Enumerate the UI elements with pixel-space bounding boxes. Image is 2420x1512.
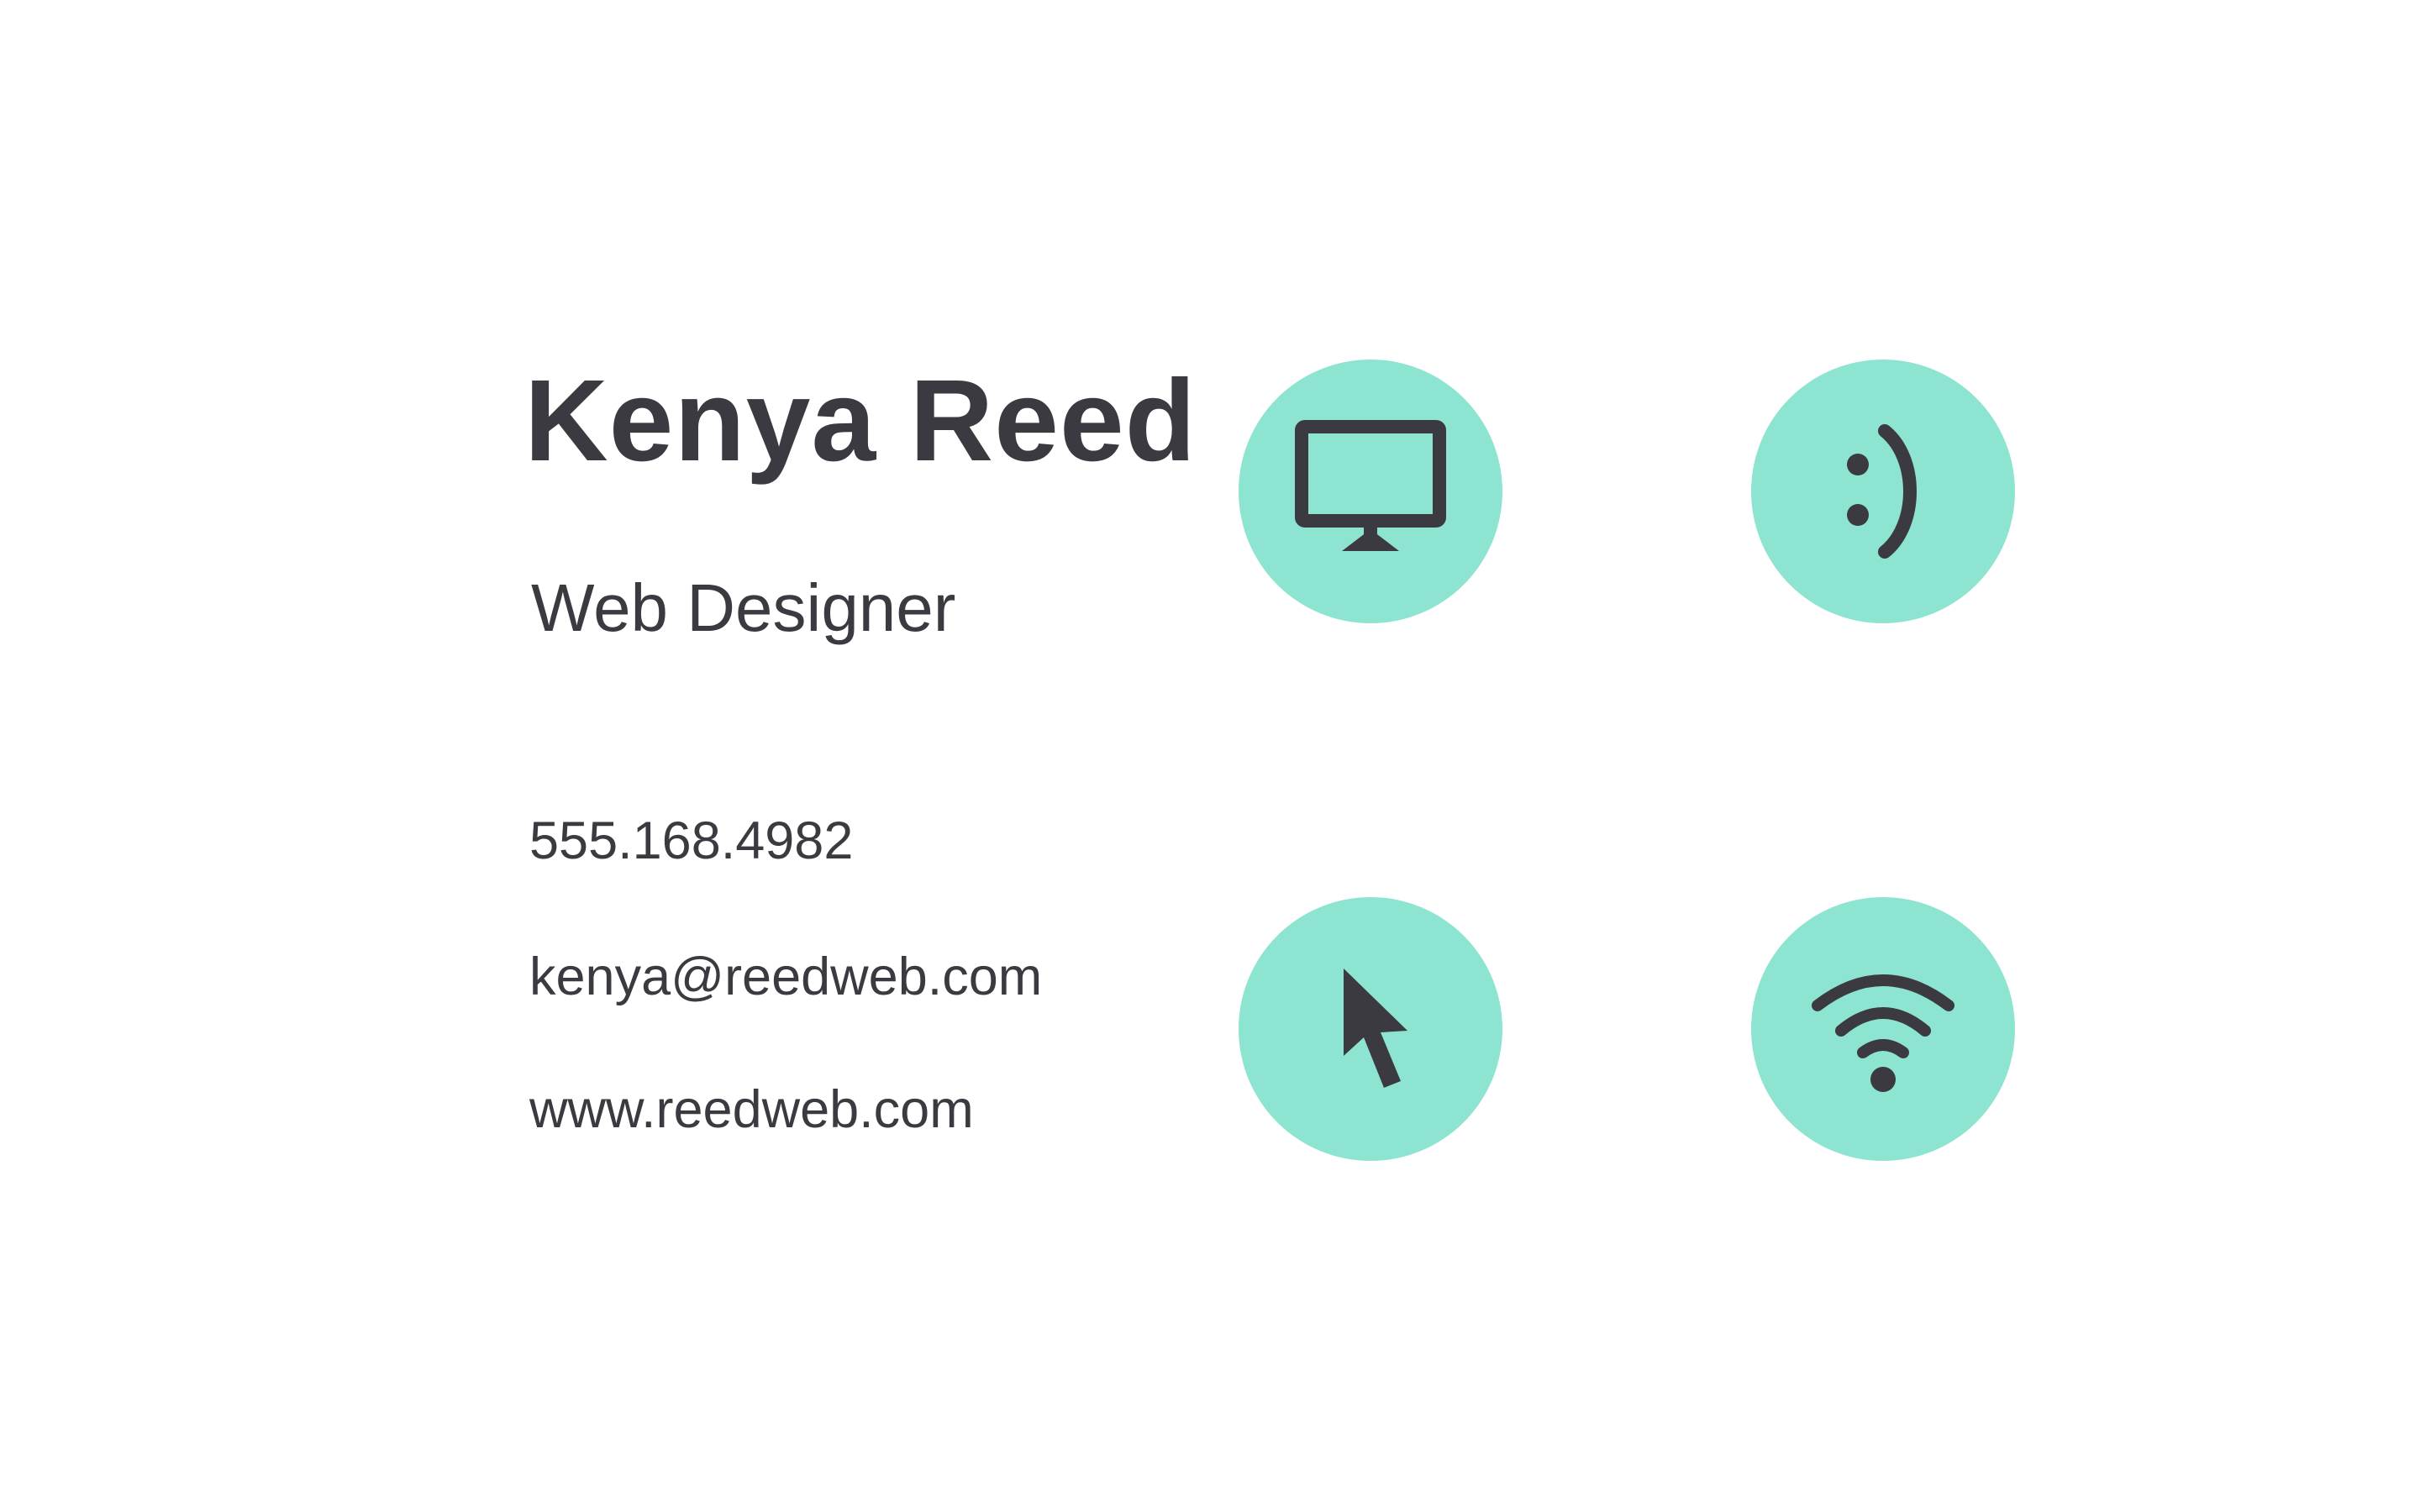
- business-card: Kenya Reed Web Designer 555.168.4982 ken…: [0, 0, 2420, 1512]
- monitor-icon-badge: [1239, 360, 1502, 623]
- smiley-icon: [1847, 424, 1917, 559]
- smiley-icon-badge: [1751, 360, 2015, 623]
- person-name: Kenya Reed: [524, 356, 1197, 486]
- monitor-icon: [1295, 420, 1446, 551]
- cursor-arrow-icon: [1344, 969, 1407, 1088]
- website-url: www.reedweb.com: [529, 1080, 974, 1139]
- wifi-icon: [1812, 974, 1954, 1092]
- job-title: Web Designer: [531, 570, 956, 645]
- cursor-icon-badge: [1239, 897, 1502, 1161]
- phone-number: 555.168.4982: [529, 811, 854, 870]
- email-address: kenya@reedweb.com: [529, 948, 1043, 1006]
- wifi-icon-badge: [1751, 897, 2015, 1161]
